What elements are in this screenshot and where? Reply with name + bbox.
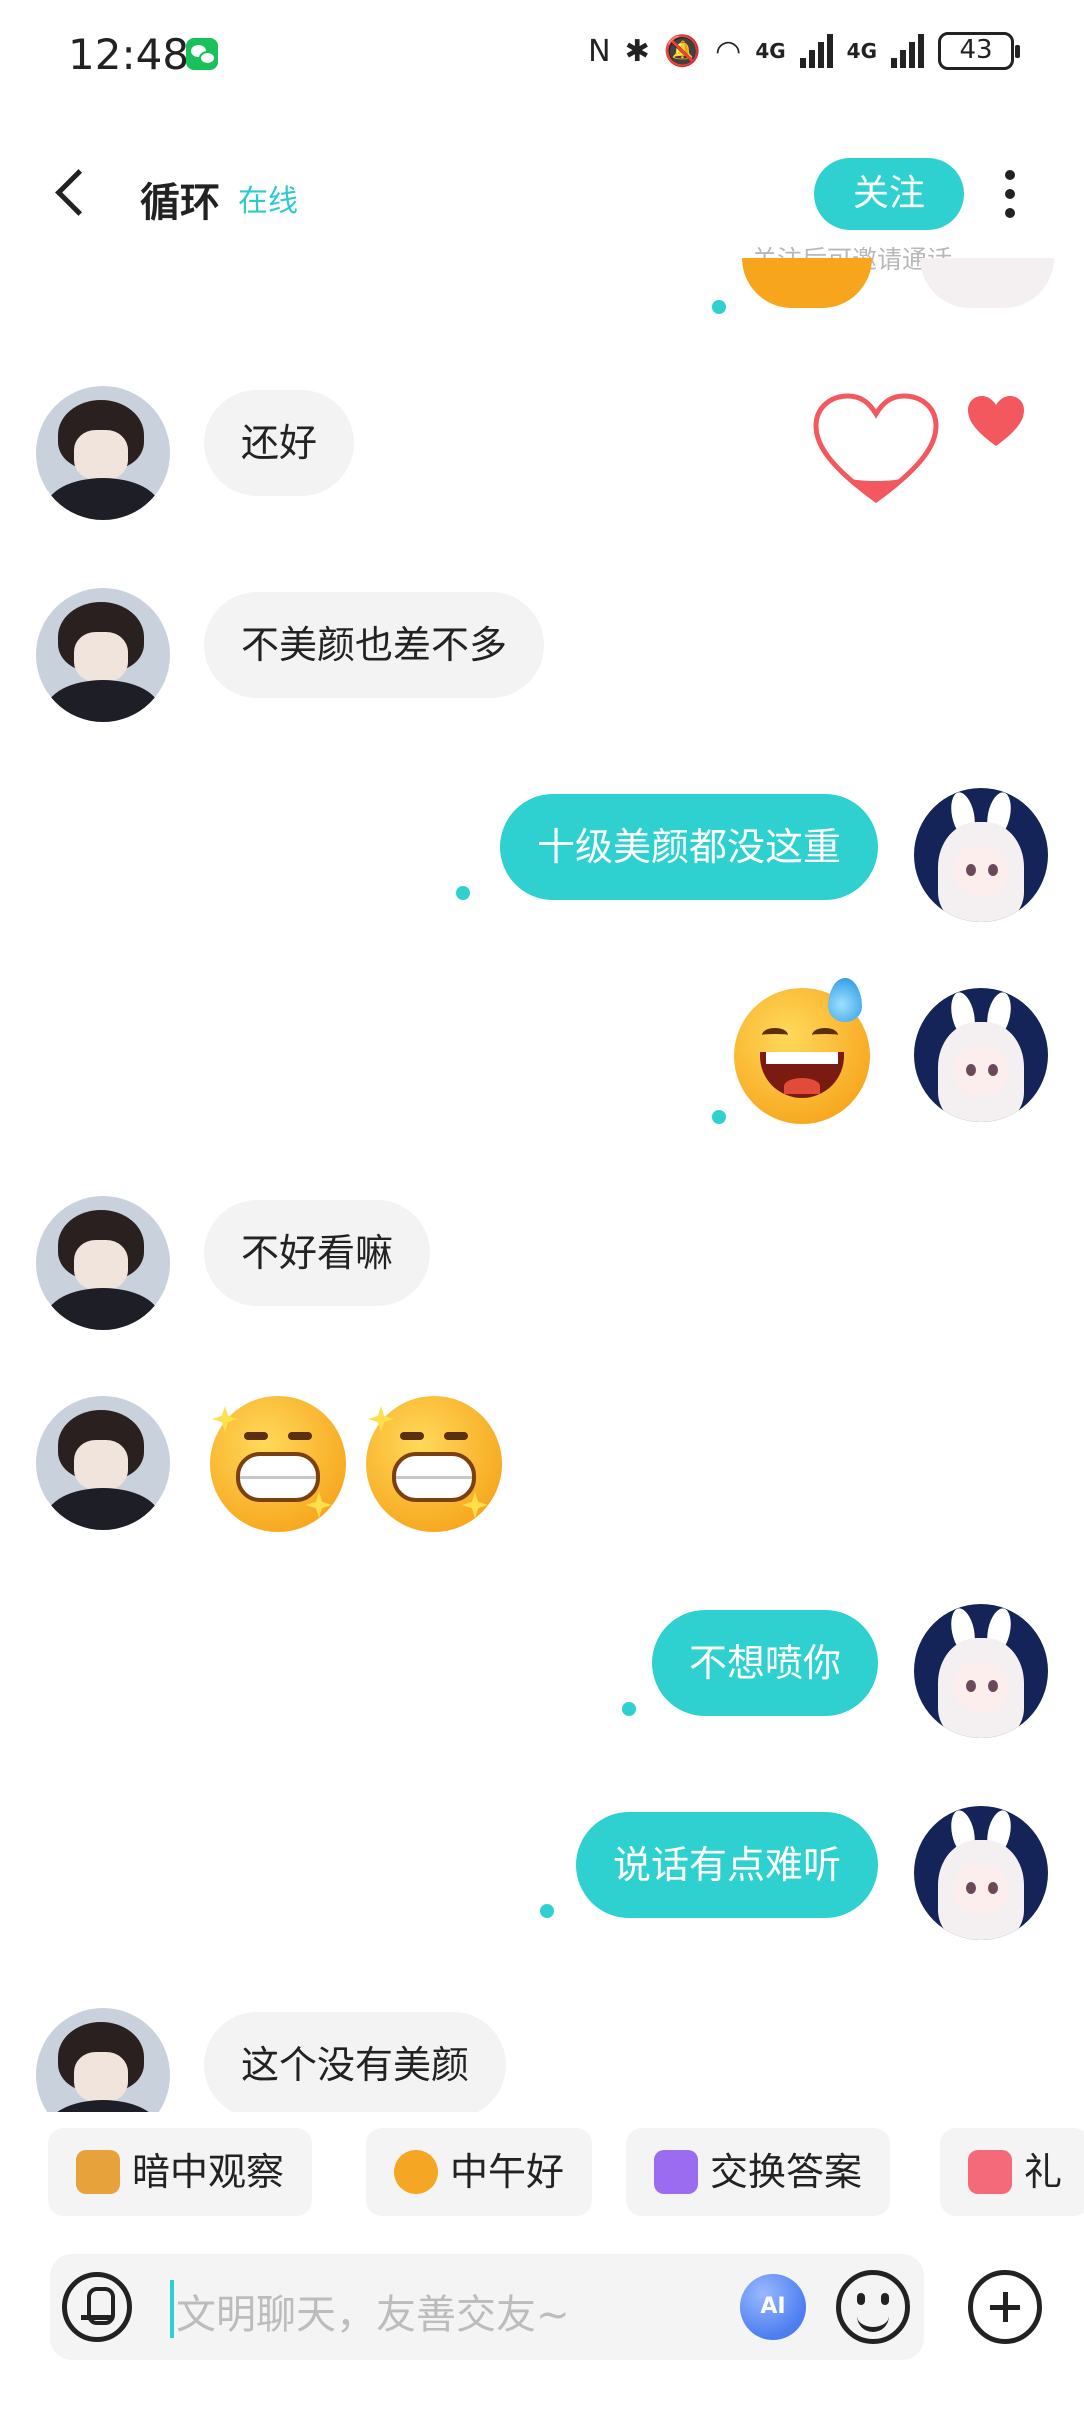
- contact-name: 循环: [140, 180, 220, 226]
- chat-header: 循环 在线 关注 关注后可邀请通话: [0, 140, 1084, 274]
- chip-label: 礼: [1024, 2150, 1063, 2194]
- ai-assistant-button[interactable]: AI: [740, 2274, 806, 2340]
- message-bubble[interactable]: 十级美颜都没这重: [499, 794, 878, 900]
- chip-label: 中午好: [450, 2150, 565, 2194]
- message-bubble[interactable]: 不好看嘛: [204, 1200, 431, 1306]
- read-dot: [712, 300, 726, 314]
- swap-icon: [654, 2150, 698, 2194]
- status-bar: 12:48 N ✱ 🔕 ◠ 4G 4G 43: [0, 0, 1084, 110]
- message-bubble[interactable]: 说话有点难听: [575, 1812, 878, 1918]
- message-bubble[interactable]: 不想喷你: [651, 1610, 878, 1716]
- quick-reply-chip[interactable]: 暗中观察: [48, 2128, 313, 2216]
- message-bubble[interactable]: 不美颜也差不多: [204, 592, 545, 698]
- contact-avatar[interactable]: [36, 386, 170, 520]
- contact-avatar[interactable]: [36, 1396, 170, 1530]
- back-arrow-icon[interactable]: [50, 170, 90, 220]
- my-avatar[interactable]: [920, 258, 1054, 308]
- more-options-icon[interactable]: [1000, 170, 1020, 226]
- signal-icon: [799, 34, 833, 68]
- contact-avatar[interactable]: [36, 588, 170, 722]
- quick-reply-chip[interactable]: 礼: [940, 2128, 1084, 2216]
- chip-label: 暗中观察: [132, 2150, 285, 2194]
- mute-icon: 🔕: [663, 33, 702, 69]
- read-dot: [622, 1702, 636, 1716]
- nfc-icon: N: [588, 33, 611, 69]
- message-input[interactable]: 文明聊天，友善交友~: [176, 2282, 570, 2340]
- cellular-label-1: 4G: [755, 39, 786, 63]
- contact-avatar[interactable]: [36, 2008, 170, 2112]
- heart-icon[interactable]: [966, 394, 1026, 448]
- online-status: 在线: [238, 184, 298, 219]
- sun-sunglasses-icon: [394, 2150, 438, 2194]
- gift-icon: [968, 2150, 1012, 2194]
- wechat-icon: [186, 38, 218, 70]
- text-caret: [170, 2280, 174, 2338]
- message-bubble[interactable]: 这个没有美颜: [204, 2012, 507, 2112]
- battery-icon: 43: [938, 32, 1020, 70]
- quick-reply-chip[interactable]: 中午好: [366, 2128, 593, 2216]
- my-avatar[interactable]: [914, 988, 1048, 1122]
- cellular-label-2: 4G: [846, 39, 877, 63]
- more-plus-icon[interactable]: [968, 2270, 1042, 2344]
- my-avatar[interactable]: [914, 788, 1048, 922]
- voice-input-icon[interactable]: [62, 2272, 132, 2342]
- signal-icon: [891, 34, 924, 68]
- read-dot: [712, 1110, 726, 1124]
- grin-sparkle-emoji[interactable]: [366, 1396, 502, 1532]
- wifi-icon: ◠: [715, 33, 742, 69]
- sweat-smile-emoji[interactable]: [734, 978, 870, 1124]
- my-avatar[interactable]: [914, 1806, 1048, 1940]
- message-row-clipped: 这个没有美颜: [0, 1990, 1084, 2112]
- my-avatar[interactable]: [914, 1604, 1048, 1738]
- heart-outline-icon[interactable]: [812, 392, 940, 508]
- message-input-bar: 文明聊天，友善交友~ AI: [50, 2254, 924, 2360]
- grin-sparkle-emoji[interactable]: [210, 1396, 346, 1532]
- emoji-picker-icon[interactable]: [836, 2270, 910, 2344]
- read-dot: [540, 1904, 554, 1918]
- contact-avatar[interactable]: [36, 1196, 170, 1330]
- read-dot: [456, 886, 470, 900]
- follow-button[interactable]: 关注: [814, 158, 964, 230]
- status-icons: N ✱ 🔕 ◠ 4G 4G 43: [588, 32, 1020, 70]
- chip-label: 交换答案: [710, 2150, 863, 2194]
- message-bubble[interactable]: 还好: [204, 390, 355, 496]
- bluetooth-icon: ✱: [624, 33, 650, 69]
- quick-reply-chip[interactable]: 交换答案: [626, 2128, 891, 2216]
- sweat-smile-emoji: [742, 258, 872, 308]
- quick-reply-bar: 暗中观察 中午好 交换答案 礼: [48, 2128, 1084, 2216]
- peek-dog-icon: [76, 2150, 120, 2194]
- status-time: 12:48: [68, 30, 190, 79]
